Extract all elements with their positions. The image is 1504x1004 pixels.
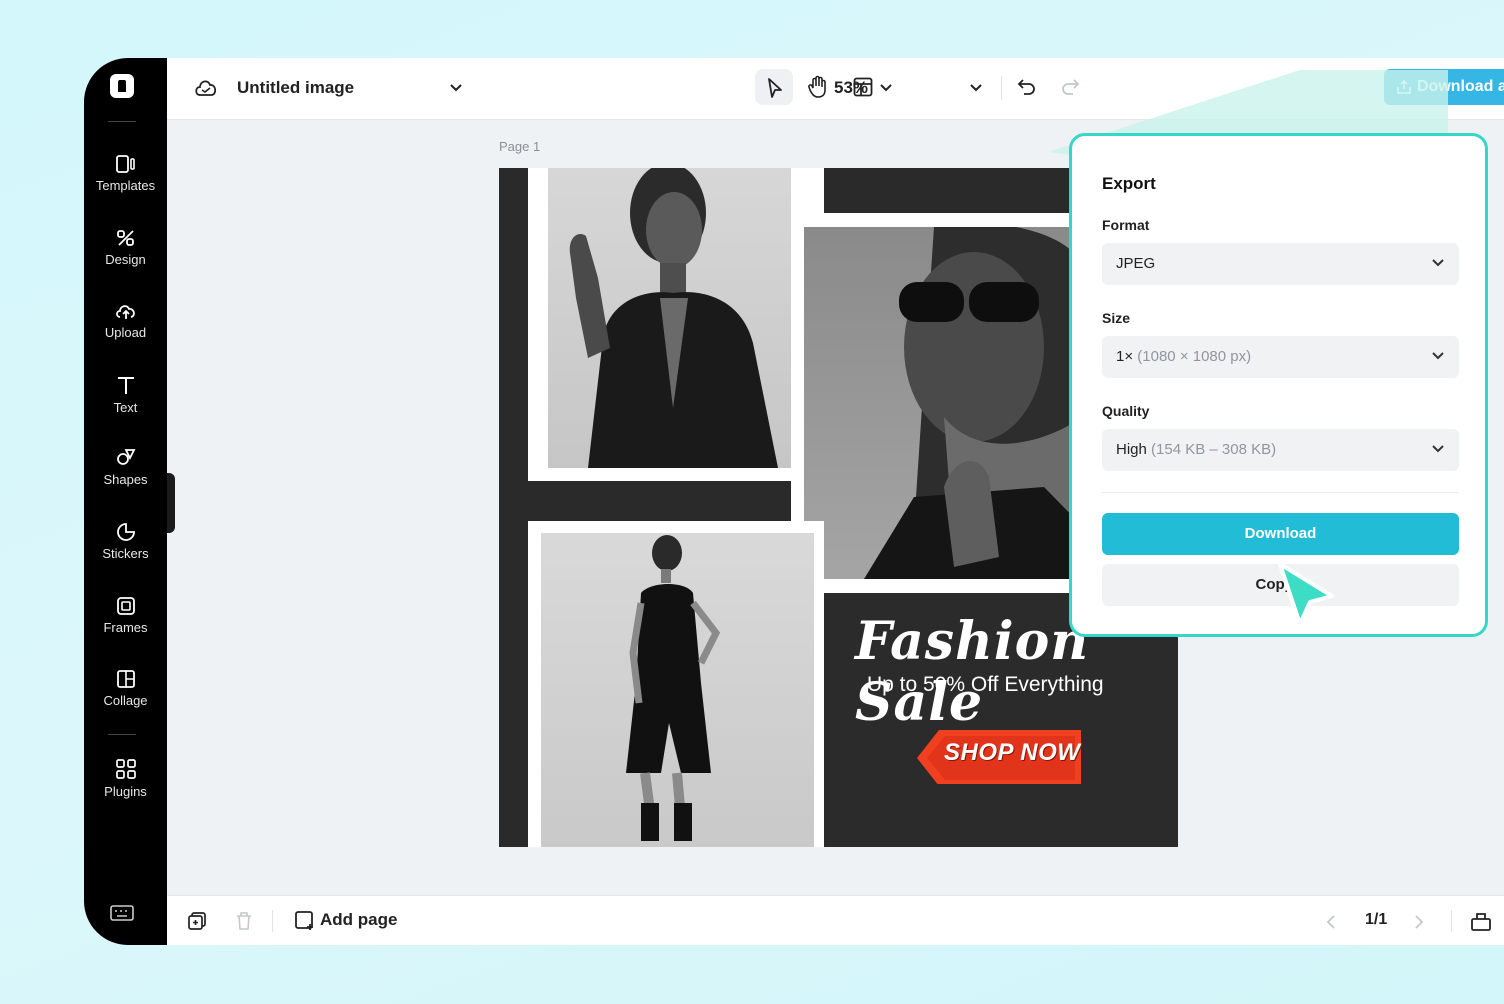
format-label: Format: [1102, 217, 1150, 233]
sidebar-item-shapes[interactable]: Shapes: [84, 448, 167, 487]
quality-value: High: [1116, 441, 1147, 458]
chevron-left-icon[interactable]: [1325, 914, 1337, 930]
sidebar-divider: [108, 121, 136, 122]
quality-detail: (154 KB – 308 KB): [1151, 441, 1277, 458]
sidebar-item-upload[interactable]: Upload: [84, 301, 167, 340]
upload-icon: [115, 305, 135, 319]
size-label: Size: [1102, 310, 1131, 326]
undo-icon[interactable]: [1016, 77, 1038, 97]
chevron-down-icon[interactable]: [879, 82, 893, 94]
sidebar-item-label: Upload: [104, 325, 147, 340]
sidebar-item-label: Text: [113, 400, 138, 415]
chevron-down-icon[interactable]: [449, 82, 463, 94]
model-blazer-illustration: [569, 168, 778, 468]
app-logo[interactable]: [110, 74, 134, 98]
add-page-button[interactable]: Add page: [320, 910, 397, 930]
download-button[interactable]: Download: [1102, 513, 1459, 555]
quality-select[interactable]: High (154 KB – 308 KB): [1102, 429, 1459, 471]
sidebar-item-label: Shapes: [103, 472, 148, 487]
sidebar-item-label: Templates: [95, 178, 156, 193]
sale-subline[interactable]: Up to 50% Off Everything: [867, 673, 1104, 697]
trash-icon[interactable]: [235, 911, 253, 931]
export-title: Export: [1102, 174, 1156, 193]
plugins-icon: [115, 759, 136, 779]
zoom-level[interactable]: 53%: [834, 78, 868, 98]
sidebar-item-text[interactable]: Text: [84, 374, 167, 415]
toolbar-divider: [1001, 76, 1002, 100]
document-title[interactable]: Untitled image: [237, 78, 354, 98]
pages-panel-icon[interactable]: [1470, 910, 1492, 932]
model-photo-dress[interactable]: [541, 533, 814, 847]
export-divider: [1102, 492, 1459, 493]
sidebar-item-label: Collage: [103, 693, 148, 708]
model-dress-illustration: [626, 535, 721, 841]
design-icon: [116, 230, 134, 246]
chevron-right-icon[interactable]: [1413, 914, 1425, 930]
page-label: Page 1: [499, 139, 541, 154]
bottom-divider: [1451, 910, 1452, 932]
templates-icon: [115, 155, 135, 173]
quality-label: Quality: [1102, 403, 1150, 419]
sidebar-item-plugins[interactable]: Plugins: [84, 758, 167, 799]
sidebar-item-frames[interactable]: Frames: [84, 596, 167, 635]
stickers-icon: [116, 523, 135, 541]
duplicate-page-icon[interactable]: [187, 911, 207, 931]
chevron-down-icon[interactable]: [969, 82, 983, 94]
frames-icon: [116, 597, 135, 615]
hand-icon[interactable]: [807, 75, 829, 99]
bottom-divider: [272, 910, 273, 932]
size-detail: (1080 × 1080 px): [1137, 348, 1252, 365]
add-page-icon[interactable]: [294, 910, 316, 932]
sidebar-item-design[interactable]: Design: [84, 228, 167, 267]
chevron-down-icon: [1432, 352, 1444, 360]
chevron-down-icon: [1432, 445, 1444, 453]
model-photo-blazer[interactable]: [548, 168, 791, 468]
size-value: 1×: [1116, 348, 1134, 365]
cloud-sync-icon[interactable]: [194, 77, 218, 99]
sidebar-item-label: Design: [105, 252, 146, 267]
cursor-pointer-icon: [1278, 562, 1334, 626]
sidebar-item-collage[interactable]: Collage: [84, 669, 167, 708]
sidebar-divider: [108, 734, 136, 735]
sidebar-item-label: Stickers: [102, 546, 149, 561]
select-tool-button[interactable]: [755, 69, 793, 105]
shop-now-label: SHOP NOW: [944, 739, 1081, 766]
pointer-icon: [768, 78, 782, 98]
sidebar-item-label: Plugins: [104, 784, 147, 799]
bottom-bar: Add page 1/1: [167, 895, 1504, 945]
keyboard-icon[interactable]: [110, 904, 134, 922]
sidebar-collapse-handle[interactable]: [167, 473, 175, 533]
collage-icon: [116, 670, 135, 688]
sidebar-item-templates[interactable]: Templates: [84, 154, 167, 193]
sidebar-item-stickers[interactable]: Stickers: [84, 522, 167, 561]
text-icon: [117, 377, 134, 394]
shapes-icon: [116, 449, 135, 465]
chevron-down-icon: [1432, 259, 1444, 267]
size-select[interactable]: 1× (1080 × 1080 px): [1102, 336, 1459, 378]
format-value: JPEG: [1116, 255, 1156, 272]
page-counter: 1/1: [1365, 911, 1388, 928]
sidebar-item-label: Frames: [103, 620, 148, 635]
format-select[interactable]: JPEG: [1102, 243, 1459, 285]
sidebar: Templates Design Upload Text Shapes Stic…: [84, 58, 167, 945]
